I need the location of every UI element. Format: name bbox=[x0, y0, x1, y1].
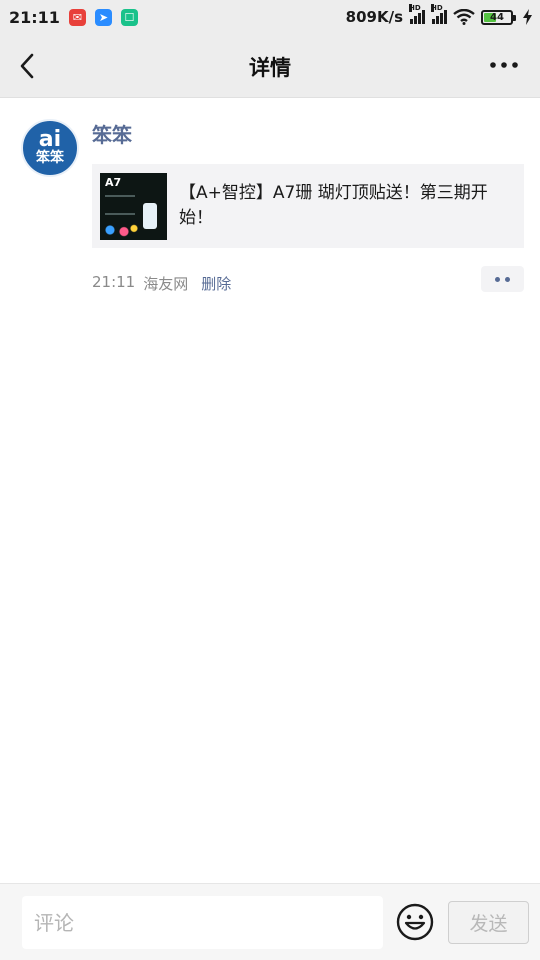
battery-icon: 44 bbox=[481, 9, 516, 25]
author-name[interactable]: 笨笨 bbox=[92, 119, 132, 148]
navigation-bar: 详情 bbox=[0, 34, 540, 98]
shared-link-thumbnail: A7 bbox=[100, 172, 167, 240]
post-source: 海友网 bbox=[143, 275, 189, 293]
avatar[interactable]: ai 笨笨 bbox=[21, 119, 79, 177]
network-speed: 809K/s bbox=[345, 8, 403, 26]
dot-icon bbox=[495, 276, 500, 282]
dot-icon bbox=[505, 276, 510, 282]
shared-link-title: 【A+智控】A7珊 瑚灯顶贴送！第三期开始！ bbox=[179, 183, 488, 228]
like-comment-button[interactable] bbox=[481, 266, 524, 292]
status-time: 21:11 bbox=[9, 7, 60, 27]
emoji-icon[interactable] bbox=[396, 903, 434, 941]
more-options-icon[interactable] bbox=[490, 60, 518, 70]
post-time: 21:11 bbox=[92, 273, 136, 291]
page-title: 详情 bbox=[249, 56, 291, 80]
wifi-icon bbox=[453, 9, 475, 25]
status-bar: 21:11 ✉ ➤ ☐ 809K/s HD HD 44 bbox=[0, 0, 540, 34]
comment-input[interactable] bbox=[22, 896, 383, 949]
message-notification-icon: ☐ bbox=[120, 8, 138, 26]
weibo-notification-icon: ✉ bbox=[68, 8, 86, 26]
charging-icon bbox=[523, 9, 532, 25]
cell-signal-2-icon: HD bbox=[431, 4, 447, 24]
cell-signal-icon: HD bbox=[409, 4, 425, 24]
post-meta: 21:11 海友网 删除 bbox=[92, 273, 231, 294]
shared-link-card[interactable]: A7 【A+智控】A7珊 瑚灯顶贴送！第三期开始！ bbox=[92, 164, 524, 248]
comment-bar: 发送 bbox=[0, 883, 540, 960]
delete-link[interactable]: 删除 bbox=[201, 273, 231, 294]
tool-notification-icon: ➤ bbox=[94, 8, 112, 26]
send-button[interactable]: 发送 bbox=[448, 901, 529, 944]
